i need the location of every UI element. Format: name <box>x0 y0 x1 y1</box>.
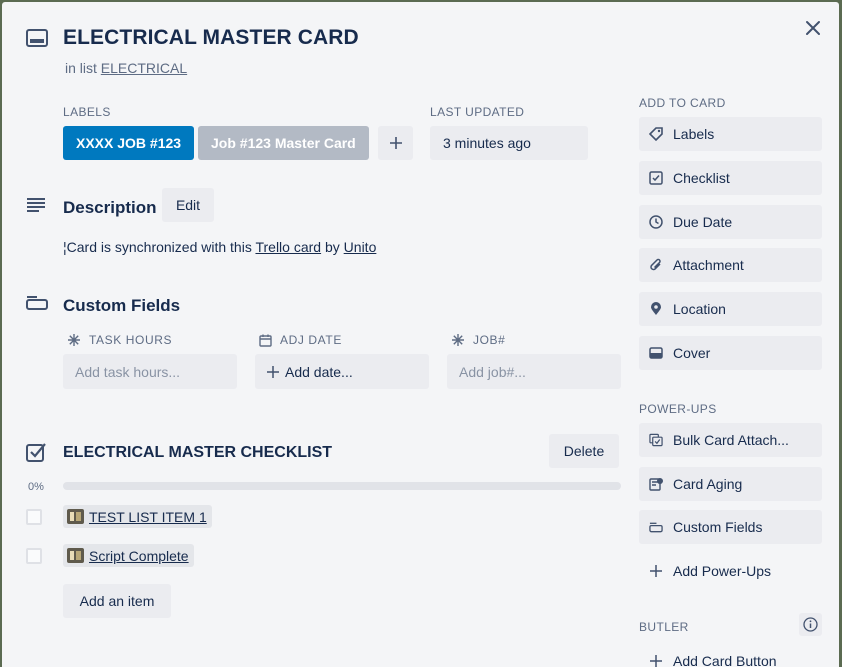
field-label-job: JOB# <box>451 333 505 347</box>
paperclip-icon <box>649 258 663 272</box>
hash-icon <box>67 333 81 347</box>
item-badge-icon <box>67 548 84 563</box>
card-aging-icon <box>649 477 663 491</box>
checklist-item-checkbox[interactable] <box>26 509 42 525</box>
add-item-button[interactable]: Add an item <box>63 584 171 618</box>
location-pin-icon <box>649 302 663 316</box>
sidebar-add-powerups-button[interactable]: Add Power-Ups <box>639 554 822 588</box>
custom-fields-heading: Custom Fields <box>63 296 181 315</box>
delete-checklist-button[interactable]: Delete <box>549 434 619 468</box>
checklist-icon <box>649 171 663 185</box>
hash-icon <box>451 333 465 347</box>
last-updated-value: 3 minutes ago <box>430 126 588 160</box>
cover-icon <box>649 346 663 360</box>
sidebar-button-label: Cover <box>673 345 711 361</box>
plus-icon <box>649 564 663 578</box>
sidebar-bulk-card-attach-button[interactable]: Bulk Card Attach... <box>639 423 822 457</box>
close-button[interactable] <box>801 16 825 40</box>
label-chip-job[interactable]: XXXX JOB #123 <box>63 126 195 160</box>
unito-link[interactable]: Unito <box>344 239 377 255</box>
checklist-heading[interactable]: ELECTRICAL MASTER CHECKLIST <box>63 444 332 462</box>
labels-heading: LABELS <box>63 105 111 119</box>
sidebar-button-label: Checklist <box>673 170 730 186</box>
checklist-item-text: TEST LIST ITEM 1 <box>89 508 207 525</box>
in-list-prefix: in list <box>65 60 97 76</box>
close-icon <box>806 21 820 35</box>
sidebar-button-label: Add Card Button <box>673 653 777 667</box>
sidebar-custom-fields-button[interactable]: Custom Fields <box>639 510 822 544</box>
plus-icon <box>649 654 663 667</box>
label-chip-master-card[interactable]: Job #123 Master Card <box>198 126 369 160</box>
checklist-progress-percent: 0% <box>28 481 44 493</box>
sidebar-button-label: Due Date <box>673 214 733 230</box>
custom-fields-icon <box>26 296 48 315</box>
checklist-icon <box>26 442 46 467</box>
butler-info-button[interactable] <box>799 613 822 636</box>
sidebar-location-button[interactable]: Location <box>639 292 822 326</box>
description-text: ¦Card is synchronized with this Trello c… <box>63 239 376 255</box>
card-detail-modal: ELECTRICAL MASTER CARD in list ELECTRICA… <box>2 2 839 667</box>
checklist-item-checkbox[interactable] <box>26 548 42 564</box>
sidebar-button-label: Add Power-Ups <box>673 563 772 579</box>
sidebar-cover-button[interactable]: Cover <box>639 336 822 370</box>
job-input[interactable]: Add job#... <box>447 354 621 389</box>
sidebar-card-aging-button[interactable]: Card Aging <box>639 467 822 501</box>
sidebar-button-label: Labels <box>673 126 715 142</box>
checklist-progress-bar <box>63 482 621 490</box>
plus-icon <box>267 365 279 378</box>
powerups-heading: POWER-UPS <box>639 402 717 416</box>
card-title[interactable]: ELECTRICAL MASTER CARD <box>63 26 359 50</box>
list-link[interactable]: ELECTRICAL <box>101 60 187 76</box>
last-updated-heading: LAST UPDATED <box>430 105 525 119</box>
description-heading: Description <box>63 198 157 217</box>
trello-card-link[interactable]: Trello card <box>255 239 321 255</box>
description-mid: by <box>324 239 340 255</box>
tag-icon <box>649 127 663 141</box>
sidebar-button-label: Bulk Card Attach... <box>673 432 789 448</box>
clock-icon <box>649 215 663 229</box>
sidebar-button-label: Custom Fields <box>673 519 763 535</box>
sidebar-due-date-button[interactable]: Due Date <box>639 205 822 239</box>
checklist-item-text: Script Complete <box>89 547 189 564</box>
checklist-item[interactable]: TEST LIST ITEM 1 <box>63 505 212 528</box>
checklist-item[interactable]: Script Complete <box>63 544 194 567</box>
field-label-text: ADJ DATE <box>280 333 342 347</box>
edit-description-button[interactable]: Edit <box>162 188 214 222</box>
field-label-text: TASK HOURS <box>89 333 173 347</box>
butler-heading: BUTLER <box>639 620 689 634</box>
calendar-icon <box>258 333 272 347</box>
task-hours-input[interactable]: Add task hours... <box>63 354 237 389</box>
add-to-card-heading: ADD TO CARD <box>639 96 726 110</box>
in-list-text: in list ELECTRICAL <box>65 60 187 76</box>
info-icon <box>803 617 818 632</box>
sidebar-labels-button[interactable]: Labels <box>639 117 822 151</box>
description-prefix: ¦Card is synchronized with this <box>63 239 252 255</box>
plus-icon <box>389 137 402 149</box>
card-icon <box>26 29 48 52</box>
description-icon <box>26 197 46 218</box>
field-label-task-hours: TASK HOURS <box>67 333 172 347</box>
adj-date-input[interactable]: Add date... <box>255 354 429 389</box>
custom-fields-icon <box>649 520 663 534</box>
field-label-text: JOB# <box>473 333 506 347</box>
adj-date-placeholder: Add date... <box>285 363 353 380</box>
bulk-attach-icon <box>649 433 663 447</box>
sidebar-button-label: Location <box>673 301 726 317</box>
sidebar-button-label: Card Aging <box>673 476 743 492</box>
sidebar-add-card-button[interactable]: Add Card Button <box>639 644 822 667</box>
sidebar-attachment-button[interactable]: Attachment <box>639 248 822 282</box>
sidebar-checklist-button[interactable]: Checklist <box>639 161 822 195</box>
sidebar-button-label: Attachment <box>673 257 744 273</box>
item-badge-icon <box>67 509 84 524</box>
field-label-adj-date: ADJ DATE <box>258 333 342 347</box>
add-label-button[interactable] <box>378 126 413 160</box>
